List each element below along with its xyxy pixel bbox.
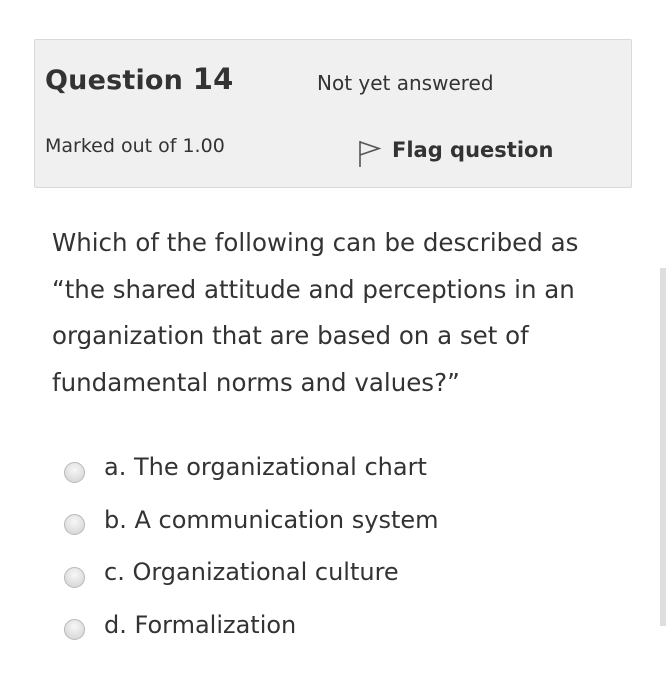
question-info-box: Question 14 Not yet answered Marked out …: [34, 39, 632, 188]
question-grade: Marked out of 1.00: [45, 135, 225, 157]
answer-option-c[interactable]: c. Organizational culture: [64, 546, 624, 599]
question-title-prefix: Question: [45, 65, 184, 96]
scrollbar[interactable]: [660, 268, 666, 626]
question-state: Not yet answered: [317, 71, 494, 95]
answer-label-a[interactable]: a. The organizational chart: [104, 453, 427, 481]
question-text: Which of the following can be described …: [52, 228, 579, 397]
answer-option-b[interactable]: b. A communication system: [64, 494, 624, 547]
flag-icon[interactable]: [357, 139, 383, 169]
radio-icon[interactable]: [64, 514, 85, 536]
flag-question-label[interactable]: Flag question: [392, 138, 553, 162]
radio-icon[interactable]: [64, 461, 85, 483]
radio-icon[interactable]: [64, 566, 85, 588]
quiz-page: Question 14 Not yet answered Marked out …: [0, 0, 668, 700]
answer-label-c[interactable]: c. Organizational culture: [104, 558, 399, 586]
answer-options: a. The organizational chart b. A communi…: [64, 441, 624, 651]
answer-label-d[interactable]: d. Formalization: [104, 611, 296, 639]
flag-question-button[interactable]: Flag question: [357, 131, 553, 169]
question-title: Question 14: [45, 62, 233, 96]
question-number: 14: [192, 62, 234, 96]
answer-option-a[interactable]: a. The organizational chart: [64, 441, 624, 494]
radio-icon[interactable]: [64, 619, 85, 641]
answer-label-b[interactable]: b. A communication system: [104, 506, 439, 534]
answer-option-d[interactable]: d. Formalization: [64, 599, 624, 652]
